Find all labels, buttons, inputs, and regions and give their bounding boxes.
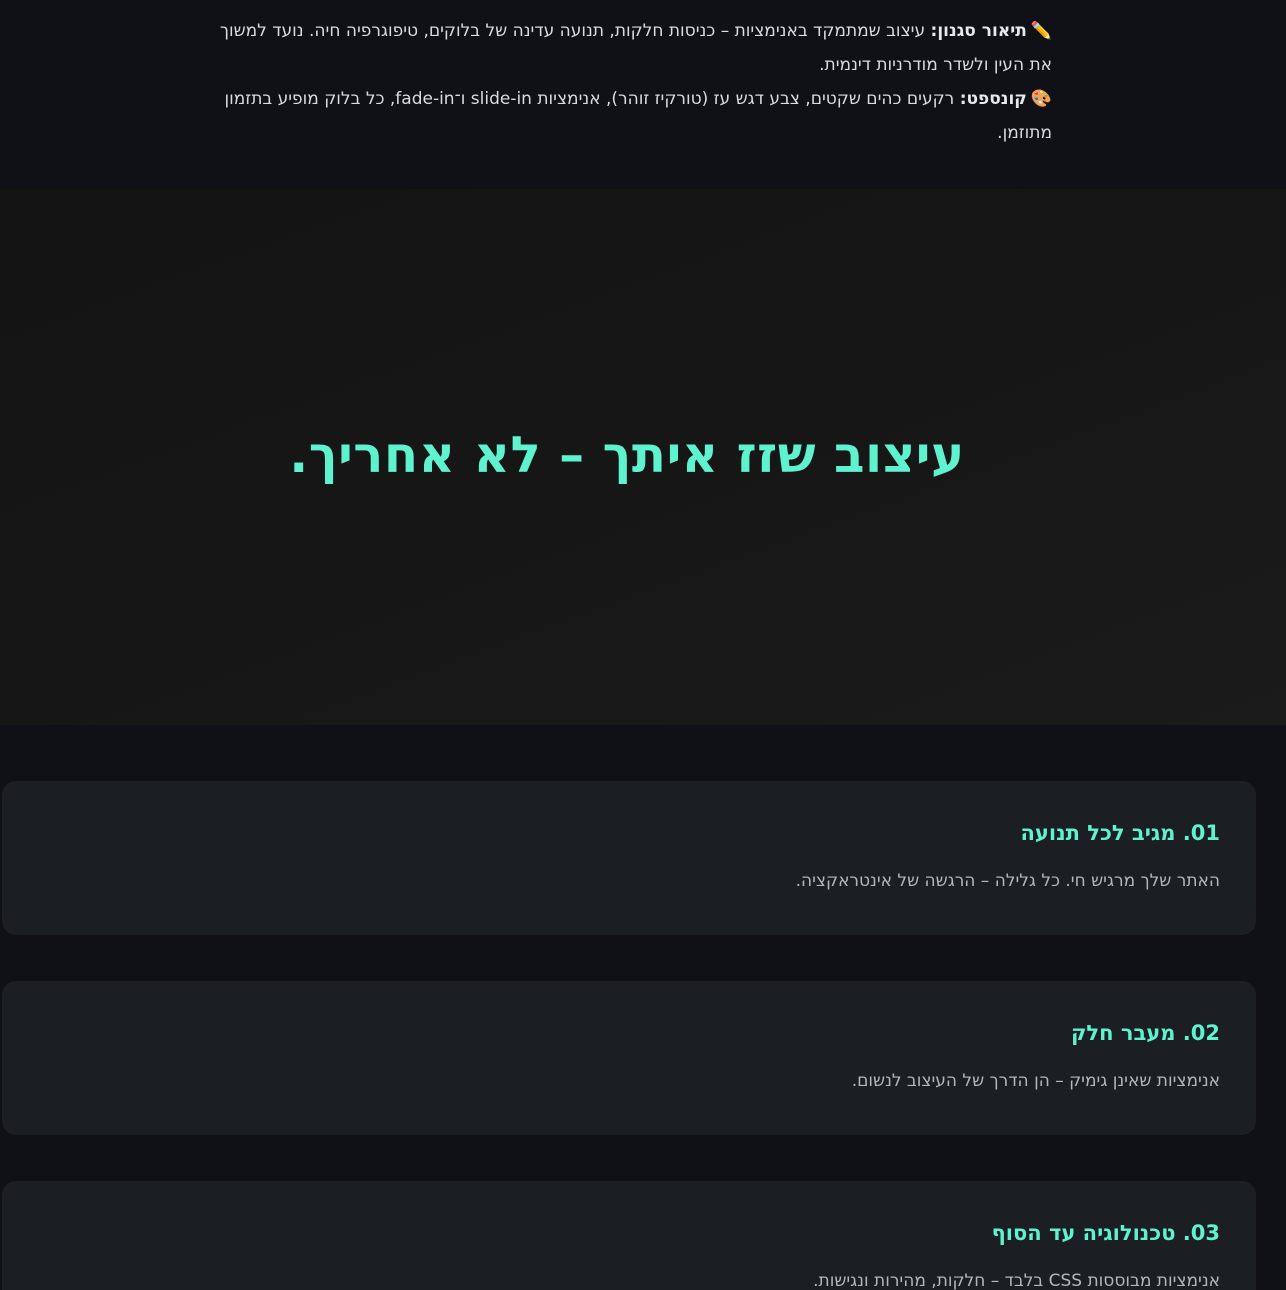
feature-text: אנימציות מבוססות CSS בלבד – חלקות, מהירו…	[813, 1271, 1220, 1290]
style-text: עיצוב שמתמקד באנימציות – כניסות חלקות, ת…	[219, 21, 1052, 75]
concept-label: קונספט:	[959, 89, 1027, 109]
feature-title: 01. מגיב לכל תנועה	[1020, 821, 1220, 845]
style-description: ✏️תיאור סגנון: עיצוב שמתמקד באנימציות – …	[200, 14, 1052, 150]
feature-card: 01. מגיב לכל תנועה האתר שלך מרגיש חי. כל…	[2, 781, 1256, 935]
feature-text: האתר שלך מרגיש חי. כל גלילה – הרגשה של א…	[795, 871, 1220, 891]
feature-title: 02. מעבר חלק	[1070, 1021, 1220, 1045]
palette-icon: 🎨	[1030, 89, 1052, 109]
hero-section: עיצוב שזז איתך – לא אחריך.	[0, 189, 1286, 725]
feature-card: 03. טכנולוגיה עד הסוף אנימציות מבוססות C…	[2, 1181, 1256, 1290]
concept-text: רקעים כהים שקטים, צבע דגש עז (טורקיז זוה…	[224, 89, 1053, 143]
concept-paragraph: 🎨קונספט: רקעים כהים שקטים, צבע דגש עז (ט…	[200, 82, 1053, 150]
feature-text: אנימציות שאינן גימיק – הן הדרך של העיצוב…	[851, 1071, 1220, 1091]
style-label: תיאור סגנון:	[930, 21, 1027, 41]
pencil-icon: ✏️	[1030, 21, 1052, 41]
hero-headline: עיצוב שזז איתך – לא אחריך.	[289, 426, 965, 484]
style-paragraph: ✏️תיאור סגנון: עיצוב שמתמקד באנימציות – …	[200, 14, 1052, 82]
feature-title: 03. טכנולוגיה עד הסוף	[991, 1221, 1220, 1245]
page: ✏️תיאור סגנון: עיצוב שמתמקד באנימציות – …	[0, 0, 1286, 1290]
feature-card: 02. מעבר חלק אנימציות שאינן גימיק – הן ה…	[2, 981, 1256, 1135]
